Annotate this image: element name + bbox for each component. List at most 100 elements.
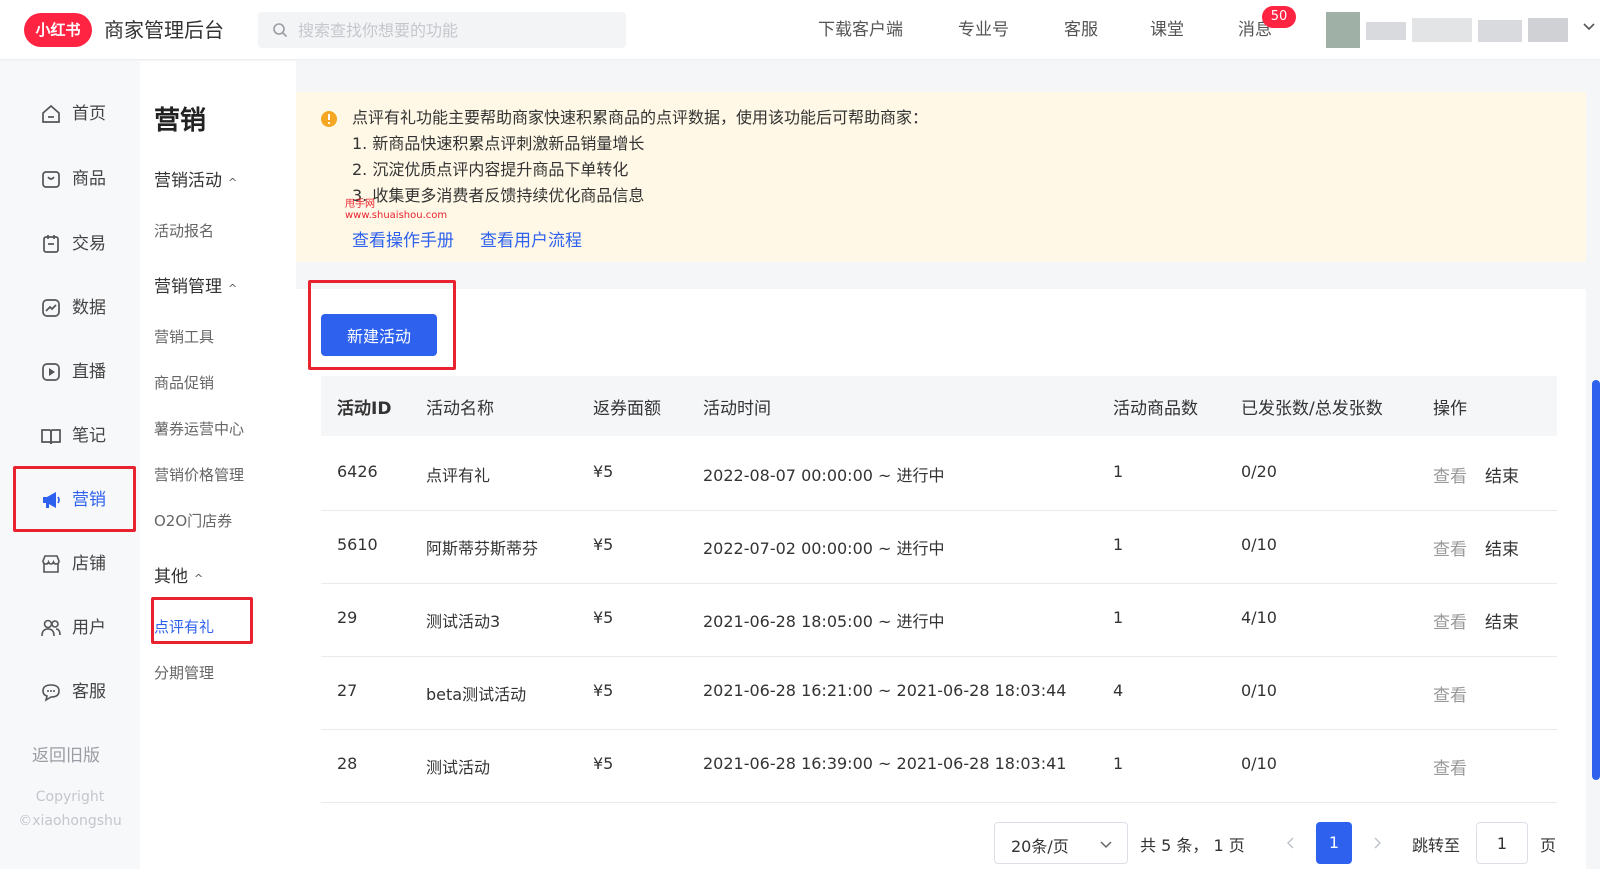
column-header-product-count: 活动商品数 bbox=[1113, 399, 1198, 419]
copyright-owner: ©xiaohongshu bbox=[18, 813, 122, 829]
subnav-item-product-promotion[interactable]: 商品促销 bbox=[154, 372, 214, 393]
sidebar-item-live[interactable]: 直播 bbox=[14, 346, 138, 398]
page-button-current[interactable]: 1 bbox=[1316, 822, 1352, 864]
sidebar-item-data[interactable]: 数据 bbox=[14, 282, 138, 334]
cell-id: 27 bbox=[337, 681, 358, 700]
notice-point-1: 1. 新商品快速积累点评刺激新品销量增长 bbox=[352, 134, 645, 153]
nav-classroom[interactable]: 课堂 bbox=[1150, 18, 1184, 42]
page-section-title: 营销 bbox=[154, 106, 207, 136]
end-button[interactable]: 结束 bbox=[1485, 608, 1519, 633]
notice-point-2: 2. 沉淀优质点评内容提升商品下单转化 bbox=[352, 160, 629, 179]
end-button[interactable]: 结束 bbox=[1485, 462, 1519, 487]
sidebar-item-label: 店铺 bbox=[72, 554, 106, 574]
search-box[interactable] bbox=[258, 12, 626, 48]
sidebar-item-store[interactable]: 店铺 bbox=[14, 538, 138, 590]
subnav-item-marketing-tools[interactable]: 营销工具 bbox=[154, 326, 214, 347]
subnav-item-price-management[interactable]: 营销价格管理 bbox=[154, 464, 244, 485]
chart-icon bbox=[42, 299, 60, 317]
cell-id: 5610 bbox=[337, 535, 378, 554]
subnav-item-coupon-center[interactable]: 薯券运营中心 bbox=[154, 418, 244, 439]
page-unit-label: 页 bbox=[1540, 836, 1557, 855]
cell-product-count: 1 bbox=[1113, 608, 1124, 627]
sidebar-item-label: 数据 bbox=[72, 298, 106, 318]
cell-id: 6426 bbox=[337, 462, 378, 481]
user-account-avatar[interactable] bbox=[1326, 12, 1574, 48]
sidebar-item-label: 直播 bbox=[72, 362, 106, 382]
book-icon bbox=[41, 429, 61, 445]
cell-product-count: 1 bbox=[1113, 462, 1124, 481]
subnav-item-installments[interactable]: 分期管理 bbox=[154, 662, 214, 683]
operation-manual-link[interactable]: 查看操作手册 bbox=[352, 226, 454, 251]
cell-amount: ¥5 bbox=[593, 535, 614, 554]
page-size-select[interactable]: 20条/页 bbox=[994, 822, 1128, 864]
caret-up-icon: ^ bbox=[194, 572, 204, 585]
nav-customer-service[interactable]: 客服 bbox=[1064, 18, 1098, 42]
column-header-time: 活动时间 bbox=[703, 399, 771, 419]
sidebar-item-service[interactable]: 客服 bbox=[14, 666, 138, 718]
watermark-text: 甩手网 bbox=[345, 199, 375, 210]
cell-time: 2022-07-02 00:00:00 ~ 进行中 bbox=[703, 539, 945, 558]
table-row: 27 beta测试活动 ¥5 2021-06-28 16:21:00 ~ 202… bbox=[321, 657, 1557, 730]
sidebar-item-products[interactable]: 商品 bbox=[14, 153, 138, 205]
scrollbar[interactable] bbox=[1592, 380, 1600, 780]
watermark-url: www.shuaishou.com bbox=[345, 210, 448, 221]
caret-up-icon: ^ bbox=[228, 282, 238, 295]
column-header-id: 活动ID bbox=[337, 399, 392, 419]
sidebar-item-orders[interactable]: 交易 bbox=[14, 218, 138, 270]
users-icon bbox=[41, 619, 61, 637]
view-button[interactable]: 查看 bbox=[1433, 462, 1467, 487]
group-label: 营销管理 bbox=[154, 277, 222, 297]
end-button[interactable]: 结束 bbox=[1485, 535, 1519, 560]
subnav-item-review-gift[interactable]: 点评有礼 bbox=[154, 616, 214, 637]
chevron-down-icon[interactable] bbox=[1582, 20, 1596, 34]
chevron-down-icon bbox=[1100, 841, 1112, 849]
page-size-value: 20条/页 bbox=[1011, 837, 1069, 856]
view-button[interactable]: 查看 bbox=[1433, 681, 1467, 706]
nav-professional-account[interactable]: 专业号 bbox=[958, 18, 1009, 42]
sidebar-item-label: 用户 bbox=[72, 618, 106, 638]
sidebar-item-label: 客服 bbox=[72, 682, 106, 702]
new-activity-button[interactable]: 新建活动 bbox=[321, 314, 437, 356]
chevron-right-icon[interactable] bbox=[1368, 834, 1386, 852]
sidebar-item-label: 笔记 bbox=[72, 426, 106, 446]
cell-name: 阿斯蒂芬斯蒂芬 bbox=[426, 539, 539, 558]
jump-to-label: 跳转至 bbox=[1412, 836, 1461, 855]
chat-icon bbox=[42, 684, 60, 702]
view-button[interactable]: 查看 bbox=[1433, 754, 1467, 779]
notice-point-3: 3. 收集更多消费者反馈持续优化商品信息 bbox=[352, 186, 645, 205]
sidebar-item-home[interactable]: 首页 bbox=[14, 88, 138, 140]
user-flow-link[interactable]: 查看用户流程 bbox=[480, 226, 582, 251]
info-notice: 点评有礼功能主要帮助商家快速积累商品的点评数据，使用该功能后可帮助商家： 1. … bbox=[296, 92, 1586, 262]
subnav-group-marketing-activities[interactable]: 营销活动 ^ bbox=[154, 166, 237, 191]
subnav-item-o2o-coupon[interactable]: O2O门店券 bbox=[154, 510, 232, 531]
megaphone-icon bbox=[43, 492, 60, 508]
table-row: 28 测试活动 ¥5 2021-06-28 16:39:00 ~ 2021-06… bbox=[321, 730, 1557, 803]
subnav-group-other[interactable]: 其他 ^ bbox=[154, 562, 203, 587]
sidebar-item-notes[interactable]: 笔记 bbox=[14, 410, 138, 462]
cell-product-count: 4 bbox=[1113, 681, 1124, 700]
bag-icon bbox=[42, 171, 60, 188]
top-header: 小红书 商家管理后台 下载客户端 专业号 客服 课堂 消息 50 bbox=[0, 0, 1600, 60]
view-button[interactable]: 查看 bbox=[1433, 535, 1467, 560]
search-input[interactable] bbox=[298, 12, 618, 48]
copyright-text: Copyright bbox=[35, 789, 105, 805]
cell-issued: 0/10 bbox=[1241, 681, 1277, 700]
group-label: 其他 bbox=[154, 567, 188, 587]
sidebar-item-marketing[interactable]: 营销 bbox=[14, 474, 138, 526]
sidebar-item-users[interactable]: 用户 bbox=[14, 602, 138, 654]
column-header-name: 活动名称 bbox=[426, 399, 494, 419]
view-button[interactable]: 查看 bbox=[1433, 608, 1467, 633]
pagination-total: 共 5 条， 1 页 bbox=[1140, 836, 1245, 855]
caret-up-icon: ^ bbox=[228, 176, 238, 189]
brand-logo[interactable]: 小红书 bbox=[24, 13, 92, 47]
subnav-item-activity-signup[interactable]: 活动报名 bbox=[154, 220, 214, 241]
chevron-left-icon[interactable] bbox=[1282, 834, 1300, 852]
back-to-old-version-link[interactable]: 返回旧版 bbox=[32, 741, 100, 766]
search-icon bbox=[273, 23, 288, 38]
jump-page-input[interactable] bbox=[1476, 822, 1528, 864]
column-header-amount: 返券面额 bbox=[593, 399, 661, 419]
nav-download-client[interactable]: 下载客户端 bbox=[818, 18, 903, 42]
cell-product-count: 1 bbox=[1113, 535, 1124, 554]
table-row: 29 测试活动3 ¥5 2021-06-28 18:05:00 ~ 进行中 1 … bbox=[321, 584, 1557, 657]
subnav-group-marketing-management[interactable]: 营销管理 ^ bbox=[154, 272, 237, 297]
